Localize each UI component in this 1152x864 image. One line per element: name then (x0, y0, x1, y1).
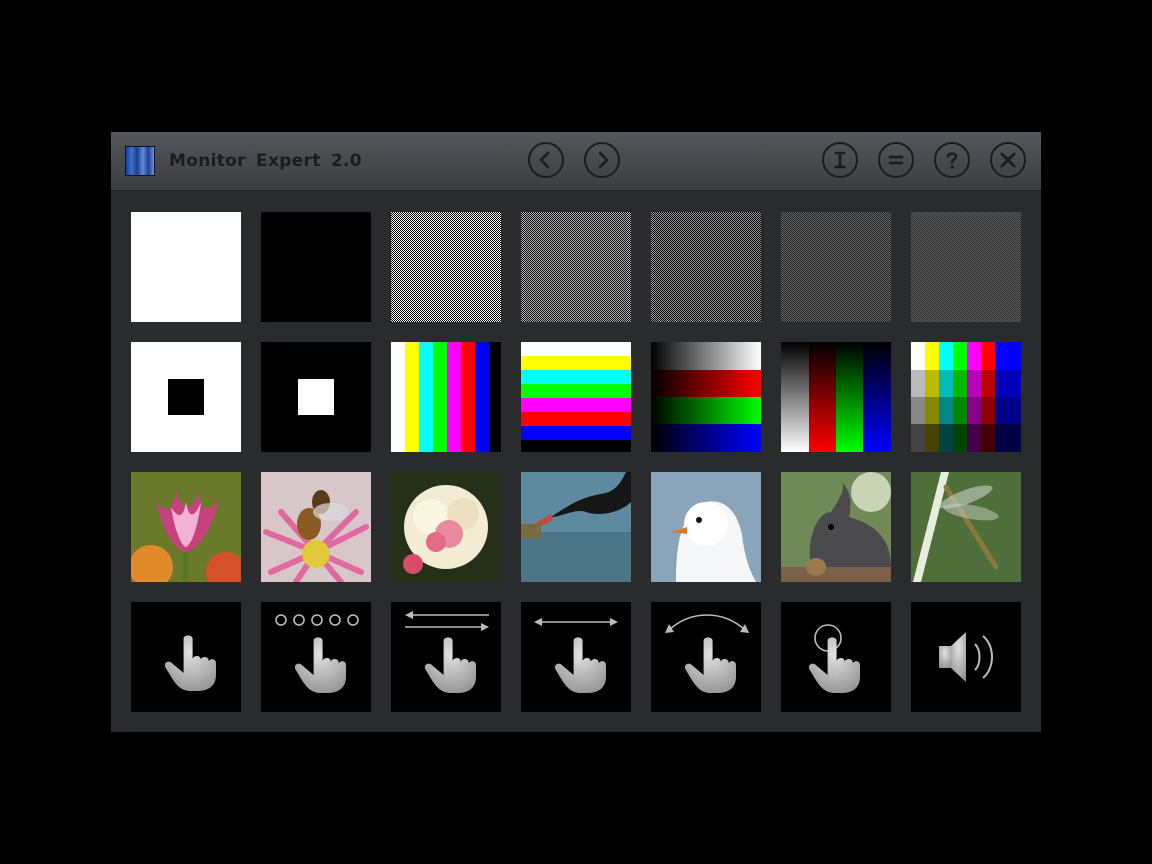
info-icon (834, 151, 846, 169)
squirrel-photo-tile[interactable] (781, 472, 891, 582)
horizontal-color-bars-tile[interactable] (521, 342, 631, 452)
app-title: Monitor Expert 2.0 (169, 151, 362, 171)
black-box-on-white-tile[interactable] (131, 342, 241, 452)
color-level-matrix-tile[interactable] (911, 342, 1021, 452)
circle-touch-test-tile[interactable] (781, 602, 891, 712)
app-logo-icon (125, 146, 155, 176)
dark-checker-tile[interactable] (781, 212, 891, 322)
hand-pointer-icon (424, 637, 476, 693)
rgb-gradient-columns-tile[interactable] (781, 342, 891, 452)
question-icon (946, 152, 958, 169)
horizontal-drag-test-tile[interactable] (521, 602, 631, 712)
back-button[interactable] (528, 142, 564, 178)
tulip-photo-tile[interactable] (131, 472, 241, 582)
sound-test-tile[interactable] (911, 602, 1021, 712)
swipe-both-ways-test-tile[interactable] (391, 602, 501, 712)
vertical-color-bars-tile[interactable] (391, 342, 501, 452)
dragonfly-photo-tile[interactable] (911, 472, 1021, 582)
hand-pointer-icon (554, 637, 606, 693)
medium-checker-tile[interactable] (521, 212, 631, 322)
arc-gesture-test-tile[interactable] (651, 602, 761, 712)
chevron-right-icon (598, 151, 609, 169)
touch-dots-icon (275, 614, 359, 626)
black-screen-tile[interactable] (261, 212, 371, 322)
test-grid (131, 212, 1021, 712)
title-bar: Monitor Expert 2.0 (111, 132, 1041, 191)
hand-pointer-icon (164, 635, 216, 691)
menu-button[interactable] (878, 142, 914, 178)
rose-photo-tile[interactable] (391, 472, 501, 582)
equals-icon (888, 155, 904, 165)
speaker-icon (939, 632, 993, 682)
seagull-photo-tile[interactable] (651, 472, 761, 582)
hand-pointer-icon (808, 637, 860, 693)
white-screen-tile[interactable] (131, 212, 241, 322)
darker-checker-tile[interactable] (911, 212, 1021, 322)
double-arrow-icon (405, 611, 489, 631)
horizontal-arrow-icon (534, 618, 618, 626)
arc-arrow-icon (668, 614, 746, 631)
close-button[interactable] (990, 142, 1026, 178)
dense-checker-tile[interactable] (651, 212, 761, 322)
info-button[interactable] (822, 142, 858, 178)
touch-tap-test-tile[interactable] (131, 602, 241, 712)
rgb-gradient-rows-tile[interactable] (651, 342, 761, 452)
bee-on-flower-photo-tile[interactable] (261, 472, 371, 582)
chevron-left-icon (539, 151, 550, 169)
hand-pointer-icon (294, 637, 346, 693)
black-swan-photo-tile[interactable] (521, 472, 631, 582)
fine-checker-tile[interactable] (391, 212, 501, 322)
forward-button[interactable] (584, 142, 620, 178)
hand-pointer-icon (684, 637, 736, 693)
white-box-on-black-tile[interactable] (261, 342, 371, 452)
close-icon (1000, 152, 1016, 168)
help-button[interactable] (934, 142, 970, 178)
multi-touch-test-tile[interactable] (261, 602, 371, 712)
app-window: Monitor Expert 2.0 (111, 132, 1041, 732)
